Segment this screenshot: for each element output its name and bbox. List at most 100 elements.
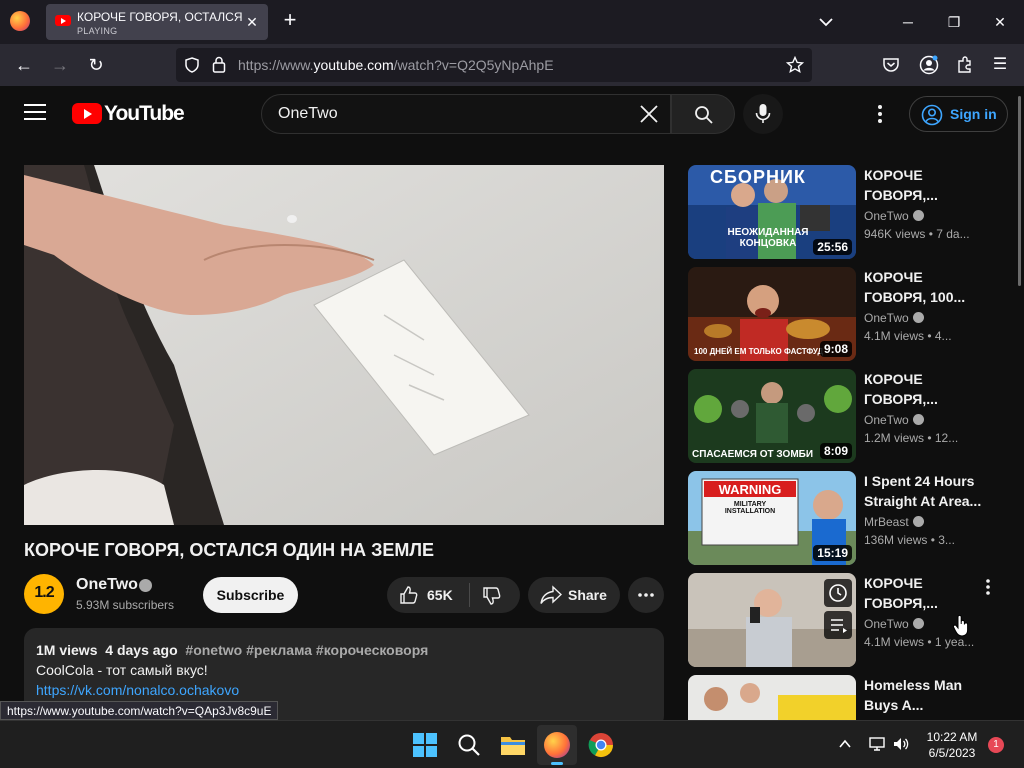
close-tab-icon[interactable]: ✕ xyxy=(242,12,262,32)
recommendation-title[interactable]: КОРОЧЕ ГОВОРЯ,... xyxy=(864,369,982,409)
lock-icon[interactable] xyxy=(212,56,226,73)
video-thumbnail[interactable] xyxy=(688,675,856,720)
show-hidden-icons-icon[interactable] xyxy=(838,737,852,751)
subscriber-count: 5.93M subscribers xyxy=(76,598,175,612)
share-arrow-icon xyxy=(540,585,562,604)
thumbnail-text: СПАСАЕМСЯ ОТ ЗОМБИ xyxy=(692,449,814,460)
verified-badge-icon xyxy=(912,210,924,221)
recommendation-title[interactable]: I Spent 24 Hours Straight At Area... xyxy=(864,471,982,511)
thumbnail-text: СБОРНИК xyxy=(710,167,806,187)
recommendation-channel[interactable]: OneTwo xyxy=(864,413,924,427)
share-label: Share xyxy=(568,587,607,603)
network-icon[interactable] xyxy=(868,735,886,753)
recommendation-channel[interactable]: MrBeast xyxy=(864,515,924,529)
video-duration: 15:19 xyxy=(813,545,852,561)
more-actions-button[interactable] xyxy=(628,577,664,613)
voice-search-button[interactable] xyxy=(743,94,783,134)
video-thumbnail[interactable] xyxy=(688,573,856,667)
recommendation-item[interactable]: СПАСАЕМСЯ ОТ ЗОМБИ 8:09 КОРОЧЕ ГОВОРЯ,..… xyxy=(688,369,988,463)
youtube-logo-icon[interactable] xyxy=(72,103,102,124)
channel-name[interactable]: OneTwo xyxy=(76,576,138,594)
browser-tab-active[interactable]: КОРОЧЕ ГОВОРЯ, ОСТАЛСЯ ОДИН НА ЗЕМЛЕ PLA… xyxy=(46,4,268,40)
like-thumb-icon[interactable] xyxy=(399,585,419,605)
youtube-logo-text[interactable]: YouTube xyxy=(104,102,185,126)
extensions-icon[interactable] xyxy=(955,55,975,75)
taskbar-search-icon[interactable] xyxy=(455,731,483,759)
list-all-tabs-icon[interactable] xyxy=(815,11,837,33)
reload-button[interactable]: ↻ xyxy=(83,52,109,78)
add-to-queue-icon[interactable] xyxy=(824,611,852,639)
recommendation-title[interactable]: КОРОЧЕ ГОВОРЯ,... xyxy=(864,165,982,205)
more-vertical-icon[interactable] xyxy=(980,577,996,597)
chrome-icon[interactable] xyxy=(587,731,615,759)
thumbnail-subtext: MILITARY INSTALLATION xyxy=(724,501,776,515)
new-tab-button[interactable]: + xyxy=(279,9,301,32)
video-frame-image xyxy=(24,165,664,525)
firefox-menu-icon[interactable] xyxy=(10,11,30,31)
firefox-icon xyxy=(544,732,570,758)
recommendation-item[interactable]: Homeless Man Buys A... xyxy=(688,675,988,720)
restore-window-button[interactable]: ❐ xyxy=(942,10,966,34)
browser-navbar: ← → ↻ https://www.youtube.com/watch?v=Q2… xyxy=(0,44,1024,86)
verified-badge-icon xyxy=(912,618,924,629)
active-indicator xyxy=(551,762,563,765)
recommendation-channel[interactable]: OneTwo xyxy=(864,311,924,325)
minimize-window-button[interactable]: ─ xyxy=(896,10,920,34)
description-text: CoolCola - тот самый вкус! xyxy=(36,662,208,678)
video-thumbnail[interactable]: 100 ДНЕЙ ЕМ ТОЛЬКО ФАСТФУД 9:08 xyxy=(688,267,856,361)
recommendation-item[interactable]: СБОРНИК НЕОЖИДАННАЯ КОНЦОВКА 25:56 КОРОЧ… xyxy=(688,165,988,259)
search-input[interactable]: OneTwo xyxy=(261,94,671,134)
verified-badge-icon xyxy=(912,312,924,323)
recommendation-item[interactable]: КОРОЧЕ ГОВОРЯ,... OneTwo 4.1M views • 1 … xyxy=(688,573,990,667)
guide-menu-icon[interactable] xyxy=(24,104,46,122)
search-query: OneTwo xyxy=(278,105,338,122)
subscribe-button[interactable]: Subscribe xyxy=(203,577,298,613)
account-icon[interactable] xyxy=(919,55,939,75)
sign-in-label: Sign in xyxy=(950,106,997,122)
hand-cursor-icon xyxy=(952,614,969,637)
video-player[interactable] xyxy=(24,165,664,525)
recommendation-title[interactable]: Homeless Man Buys A... xyxy=(864,675,982,715)
tab-status: PLAYING xyxy=(77,26,118,36)
channel-avatar[interactable]: 1.2 xyxy=(24,574,64,614)
close-window-button[interactable]: ✕ xyxy=(988,10,1012,34)
volume-icon[interactable] xyxy=(892,735,910,753)
forward-button[interactable]: → xyxy=(47,52,73,78)
settings-more-icon[interactable] xyxy=(868,102,892,126)
recommendation-item[interactable]: 100 ДНЕЙ ЕМ ТОЛЬКО ФАСТФУД 9:08 КОРОЧЕ Г… xyxy=(688,267,988,361)
search-button[interactable] xyxy=(671,94,735,134)
bookmark-star-icon[interactable] xyxy=(786,56,804,74)
description-link[interactable]: https://vk.com/nonalco.ochakovo xyxy=(36,682,239,698)
hashtags[interactable]: #onetwo #реклама #короческоворя xyxy=(185,642,428,658)
dislike-thumb-icon[interactable] xyxy=(482,586,502,606)
recommendation-title[interactable]: КОРОЧЕ ГОВОРЯ, 100... xyxy=(864,267,982,307)
app-menu-button[interactable]: ☰ xyxy=(987,52,1013,78)
recommendation-channel[interactable]: OneTwo xyxy=(864,209,924,223)
recommendation-channel[interactable]: OneTwo xyxy=(864,617,924,631)
share-button[interactable]: Share xyxy=(528,577,620,613)
page-scrollbar[interactable] xyxy=(1016,86,1024,720)
recommendation-title[interactable]: КОРОЧЕ ГОВОРЯ,... xyxy=(864,573,982,613)
video-thumbnail[interactable]: WARNING MILITARY INSTALLATION 15:19 xyxy=(688,471,856,565)
file-explorer-icon[interactable] xyxy=(499,731,527,759)
sign-in-button[interactable]: Sign in xyxy=(909,96,1008,132)
notification-badge[interactable]: 1 xyxy=(988,737,1004,753)
taskbar-firefox-active[interactable] xyxy=(537,725,577,765)
more-horizontal-icon xyxy=(638,593,654,597)
watch-later-icon[interactable] xyxy=(824,579,852,607)
url-bar[interactable]: https://www.youtube.com/watch?v=Q2Q5yNpA… xyxy=(176,48,812,82)
pocket-icon[interactable] xyxy=(882,56,900,74)
video-thumbnail[interactable]: СБОРНИК НЕОЖИДАННАЯ КОНЦОВКА 25:56 xyxy=(688,165,856,259)
recommendation-meta: 946K views • 7 da... xyxy=(864,227,970,241)
scrollbar-thumb[interactable] xyxy=(1018,96,1021,286)
back-button[interactable]: ← xyxy=(11,52,37,78)
shield-icon[interactable] xyxy=(184,57,200,73)
recommendation-item[interactable]: WARNING MILITARY INSTALLATION 15:19 I Sp… xyxy=(688,471,988,565)
system-clock[interactable]: 10:22 AM 6/5/2023 xyxy=(922,729,982,761)
windows-start-icon[interactable] xyxy=(411,731,439,759)
video-thumbnail[interactable]: СПАСАЕМСЯ ОТ ЗОМБИ 8:09 xyxy=(688,369,856,463)
clear-search-icon[interactable] xyxy=(634,99,664,129)
like-count[interactable]: 65K xyxy=(427,587,453,603)
video-duration: 8:09 xyxy=(819,443,852,459)
thumbnail-subtext: НЕОЖИДАННАЯ КОНЦОВКА xyxy=(727,227,809,249)
